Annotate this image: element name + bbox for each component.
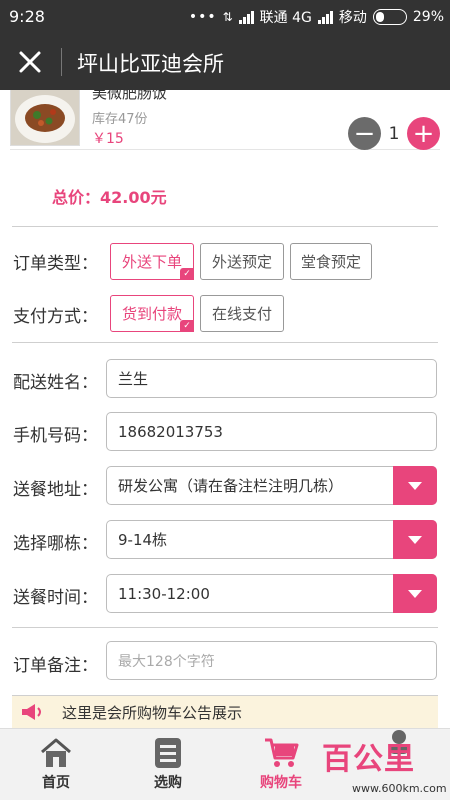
note-field[interactable] [106, 641, 437, 680]
name-input[interactable] [118, 369, 436, 388]
time-select[interactable]: 11:30-12:00 [106, 574, 437, 613]
signal-icon [238, 10, 254, 24]
nav-home[interactable]: 首页 [11, 729, 101, 800]
chevron-down-icon [408, 481, 422, 490]
watermark: 百公里 www.600km.com [322, 728, 450, 800]
address-label: 送餐地址： [13, 480, 98, 500]
nav-browse[interactable]: 选购 [123, 729, 213, 800]
chevron-down-icon [408, 535, 422, 544]
dropdown-button[interactable] [393, 574, 437, 613]
name-field[interactable] [106, 359, 437, 398]
signal-icon-2 [317, 10, 333, 24]
minus-icon: − [353, 118, 376, 149]
order-type-delivery-now[interactable]: 外送下单 ✓ [110, 243, 194, 280]
product-price: ￥15 [92, 131, 124, 147]
phone-label: 手机号码： [13, 426, 98, 446]
divider [12, 342, 438, 343]
notification-dots-icon: ••• [188, 9, 217, 25]
plus-icon: + [412, 118, 435, 149]
nav-cart[interactable]: 购物车 [236, 729, 326, 800]
status-bar: 9:28 ••• ⇅ 联通 4G 移动 29% [0, 0, 450, 34]
phone-input[interactable] [118, 422, 436, 441]
data-arrows-icon: ⇅ [222, 10, 233, 24]
divider [12, 627, 438, 628]
carrier2-label: 移动 [338, 10, 367, 26]
announcement-text: 这里是会所购物车公告展示 [62, 703, 243, 722]
status-time: 9:28 [9, 7, 45, 26]
header-divider [61, 48, 62, 76]
address-select[interactable]: 研发公寓（请在备注栏注明几栋） [106, 466, 437, 505]
time-label: 送餐时间： [13, 588, 98, 608]
address-value: 研发公寓（请在备注栏注明几栋） [118, 477, 344, 495]
quantity-stepper: − 1 + [348, 117, 440, 150]
order-type-dine-in-reserve[interactable]: 堂食预定 [290, 243, 372, 280]
nav-cart-label: 购物车 [260, 775, 302, 791]
total-price: 总价：42.00元 [52, 188, 167, 207]
time-value: 11:30-12:00 [118, 584, 210, 603]
close-button[interactable] [12, 44, 48, 80]
note-label: 订单备注： [13, 656, 98, 676]
divider [12, 226, 438, 227]
announcement-bar: 这里是会所购物车公告展示 [12, 696, 438, 728]
home-icon [41, 738, 71, 767]
status-indicators: ••• ⇅ 联通 4G 移动 29% [189, 7, 444, 27]
increase-quantity-button[interactable]: + [407, 117, 440, 150]
product-name: 美微肥肠饭 [92, 90, 168, 102]
watermark-url: www.600km.com [352, 782, 447, 795]
note-input[interactable] [118, 651, 436, 670]
name-label: 配送姓名： [13, 373, 98, 393]
watermark-logo-text: 百公里 [322, 742, 415, 777]
order-type-label: 订单类型： [13, 254, 98, 274]
app-header: 坪山比亚迪会所 [0, 34, 450, 90]
quantity-value: 1 [388, 123, 400, 144]
product-image [10, 90, 80, 146]
dropdown-button[interactable] [393, 520, 437, 559]
battery-icon [372, 9, 407, 25]
battery-percent: 29% [412, 9, 444, 25]
nav-browse-label: 选购 [154, 775, 182, 791]
check-icon: ✓ [180, 268, 194, 280]
check-icon: ✓ [180, 320, 194, 332]
payment-label: 支付方式： [13, 307, 98, 327]
speaker-icon [22, 704, 41, 720]
cart-icon [265, 738, 299, 767]
building-label: 选择哪栋： [13, 534, 98, 554]
decrease-quantity-button[interactable]: − [348, 117, 381, 150]
payment-cash-on-delivery[interactable]: 货到付款 ✓ [110, 295, 194, 332]
nav-home-label: 首页 [42, 775, 70, 791]
payment-online[interactable]: 在线支付 [200, 295, 284, 332]
order-type-delivery-reserve[interactable]: 外送预定 [200, 243, 284, 280]
close-icon [19, 51, 41, 73]
cart-item: 美微肥肠饭 库存47份 ￥15 − 1 + [10, 90, 440, 150]
building-value: 9-14栋 [118, 531, 168, 549]
chevron-down-icon [408, 589, 422, 598]
dropdown-button[interactable] [393, 466, 437, 505]
phone-field[interactable] [106, 412, 437, 451]
page-title: 坪山比亚迪会所 [77, 52, 224, 76]
building-select[interactable]: 9-14栋 [106, 520, 437, 559]
carrier1-label: 联通 4G [259, 10, 312, 26]
cart-content[interactable]: 美微肥肠饭 库存47份 ￥15 − 1 + 总价：42.00元 订单类型： 外送… [0, 90, 450, 728]
list-icon [155, 738, 181, 768]
product-stock: 库存47份 [92, 112, 148, 127]
